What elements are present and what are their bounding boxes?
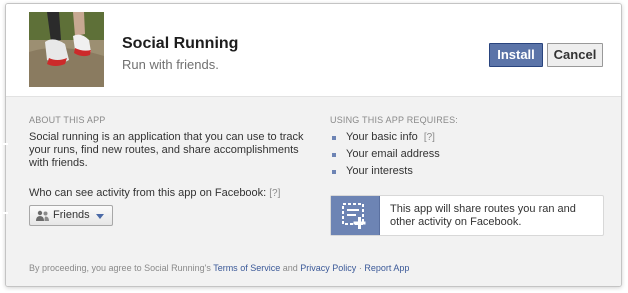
edge-mark	[3, 212, 8, 214]
bullet-icon	[332, 170, 336, 174]
about-heading: ABOUT THIS APP	[29, 115, 106, 125]
privacy-policy-link[interactable]: Privacy Policy	[300, 263, 356, 273]
people-icon	[36, 210, 49, 221]
footer-prefix: By proceeding, you agree to Social Runni…	[29, 263, 211, 273]
app-tagline: Run with friends.	[122, 57, 219, 72]
footer-and: and	[282, 263, 298, 273]
edge-mark	[3, 143, 8, 145]
audience-value: Friends	[53, 209, 90, 221]
chevron-down-icon	[96, 214, 104, 219]
requirement-email: Your email address	[332, 148, 440, 165]
footer-separator: ·	[358, 263, 362, 273]
audience-help-link[interactable]: [?]	[269, 188, 280, 199]
bullet-icon	[332, 136, 336, 140]
share-notice: This app will share routes you ran and o…	[330, 195, 604, 236]
audience-question-label: Who can see activity from this app on Fa…	[29, 187, 267, 199]
requirements-heading: USING THIS APP REQUIRES:	[330, 115, 459, 125]
audience-selector[interactable]: Friends	[29, 205, 113, 226]
basic-info-help-link[interactable]: [?]	[424, 132, 435, 143]
app-name: Social Running	[122, 35, 239, 52]
audience-question: Who can see activity from this app on Fa…	[29, 187, 280, 199]
requirements-list: Your basic info [?] Your email address Y…	[332, 131, 440, 182]
requirement-label: Your email address	[346, 148, 440, 160]
requirement-basic-info: Your basic info [?]	[332, 131, 440, 148]
requirement-label: Your basic info	[346, 131, 418, 143]
requirement-label: Your interests	[346, 165, 413, 177]
requirement-interests: Your interests	[332, 165, 440, 182]
dialog-body: ABOUT THIS APP Social running is an appl…	[6, 97, 621, 286]
app-description: Social running is an application that yo…	[29, 131, 304, 169]
bullet-icon	[332, 153, 336, 157]
terms-of-service-link[interactable]: Terms of Service	[213, 263, 280, 273]
app-install-dialog: Social Running Run with friends. Install…	[5, 3, 622, 287]
report-app-link[interactable]: Report App	[364, 263, 409, 273]
dialog-header: Social Running Run with friends. Install…	[6, 4, 621, 97]
cancel-button[interactable]: Cancel	[547, 43, 603, 67]
share-notice-text: This app will share routes you ran and o…	[390, 203, 576, 228]
share-activity-icon	[331, 196, 380, 235]
legal-footer: By proceeding, you agree to Social Runni…	[29, 263, 409, 273]
install-button[interactable]: Install	[489, 43, 543, 67]
app-icon-image	[29, 12, 104, 87]
